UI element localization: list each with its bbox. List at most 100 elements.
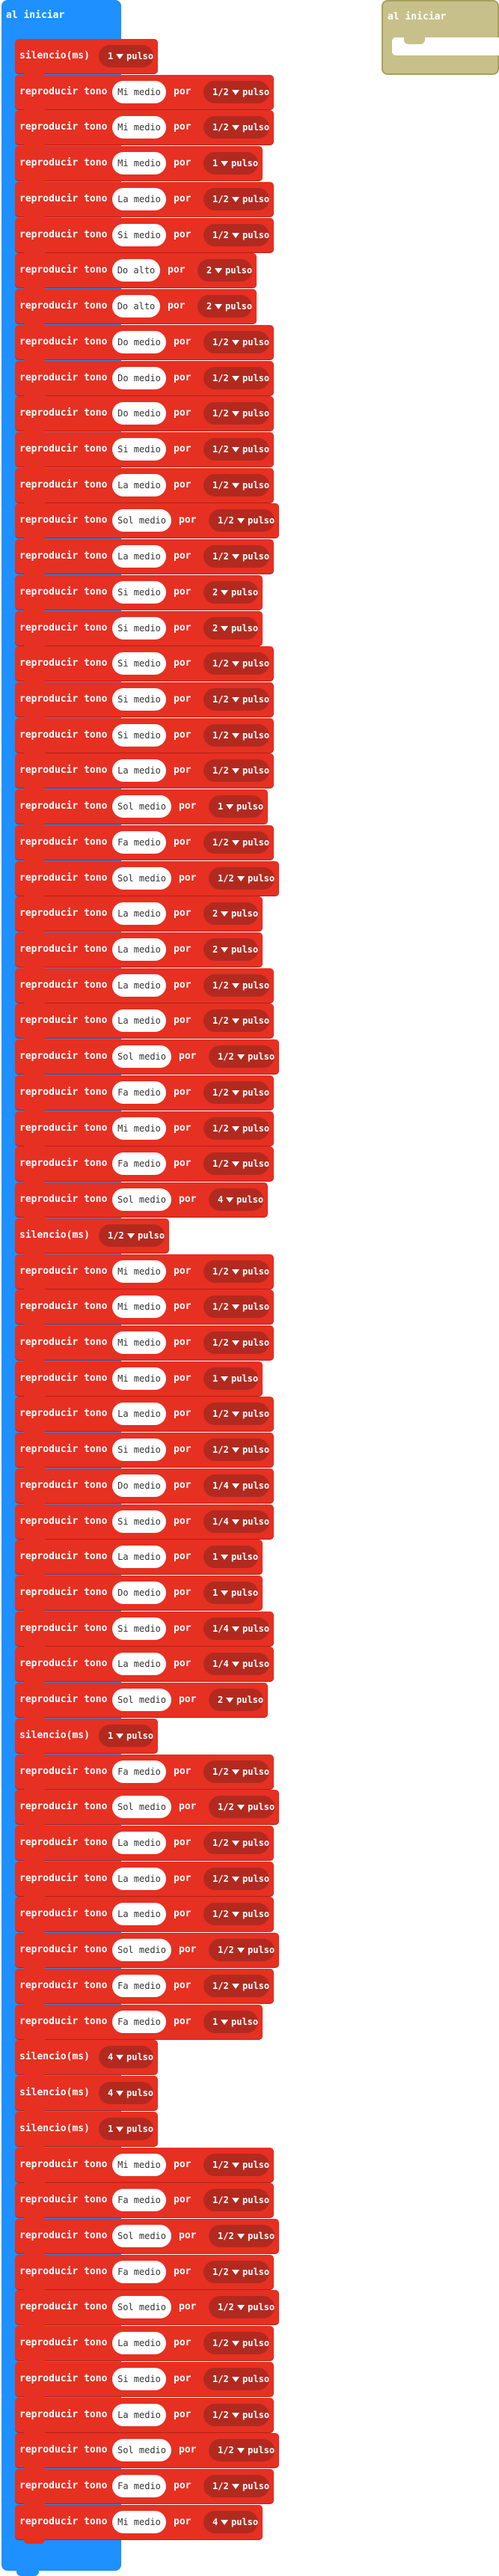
rest-block[interactable]: silencio(ms) 4 pulso [15,2040,158,2080]
play-tone-block[interactable]: reproducir tono Do medio por 1/2 pulso [15,324,274,364]
beat-dropdown[interactable]: 4 pulso [99,2046,153,2069]
note-input[interactable]: La medio [112,1832,166,1854]
beat-dropdown[interactable]: 2 pulso [198,259,252,282]
beat-dropdown[interactable]: 1/4 pulso [203,1474,269,1497]
beat-dropdown[interactable]: 1 pulso [203,1546,258,1569]
note-input[interactable]: Sol medio [112,1939,171,1962]
note-input[interactable]: Mi medio [112,1117,166,1140]
play-tone-block[interactable]: reproducir tono Si medio por 2 pulso [15,610,263,650]
beat-dropdown[interactable]: 2 pulso [203,580,258,604]
note-input[interactable]: Do medio [112,1474,166,1497]
beat-dropdown[interactable]: 1 pulso [203,1367,258,1390]
note-input[interactable]: La medio [112,545,166,568]
beat-dropdown[interactable]: 1/2 pulso [203,437,269,461]
play-tone-block[interactable]: reproducir tono Sol medio por 1/2 pulso [15,503,279,543]
rest-block[interactable]: silencio(ms) 1/2 pulso [15,1218,169,1257]
play-tone-block[interactable]: reproducir tono La medio por 1/2 pulso [15,1826,274,1865]
beat-dropdown[interactable]: 1/2 pulso [209,2439,275,2462]
note-input[interactable]: Sol medio [112,509,171,532]
play-tone-block[interactable]: reproducir tono La medio por 1/2 pulso [15,1397,274,1436]
play-tone-block[interactable]: reproducir tono La medio por 1/2 pulso [15,1897,274,1936]
note-input[interactable]: Si medio [112,1439,166,1462]
note-input[interactable]: Mi medio [112,152,166,175]
play-tone-block[interactable]: reproducir tono Sol medio por 1/2 pulso [15,1933,279,1972]
play-tone-block[interactable]: reproducir tono Sol medio por 1/2 pulso [15,860,279,900]
rest-block[interactable]: silencio(ms) 4 pulso [15,2076,158,2115]
play-tone-block[interactable]: reproducir tono Sol medio por 1/2 pulso [15,1039,279,1079]
note-input[interactable]: La medio [112,1403,166,1426]
play-tone-block[interactable]: reproducir tono Do medio por 1/2 pulso [15,396,274,436]
note-input[interactable]: Si medio [112,2367,166,2390]
beat-dropdown[interactable]: 4 pulso [99,2082,153,2104]
note-input[interactable]: Do medio [112,1582,166,1604]
play-tone-block[interactable]: reproducir tono Sol medio por 1/2 pulso [15,1790,279,1829]
note-input[interactable]: Fa medio [112,2189,166,2212]
note-input[interactable]: La medio [112,2403,166,2426]
beat-dropdown[interactable]: 1/2 pulso [203,1152,269,1176]
note-input[interactable]: Do medio [112,366,166,389]
play-tone-block[interactable]: reproducir tono La medio por 2 pulso [15,932,263,971]
beat-dropdown[interactable]: 1/2 pulso [203,688,269,711]
beat-dropdown[interactable]: 4 pulso [209,1188,263,1211]
play-tone-block[interactable]: reproducir tono Mi medio por 1/2 pulso [15,1254,274,1293]
beat-dropdown[interactable]: 1/2 pulso [203,402,269,425]
note-input[interactable]: Fa medio [112,2010,166,2033]
play-tone-block[interactable]: reproducir tono Mi medio por 1/2 pulso [15,2147,274,2187]
beat-dropdown[interactable]: 1/2 pulso [209,866,275,890]
rest-block[interactable]: silencio(ms) 1 pulso [15,2111,158,2151]
play-tone-block[interactable]: reproducir tono La medio por 1/2 pulso [15,2326,274,2366]
beat-dropdown[interactable]: 1/2 pulso [203,759,269,783]
play-tone-block[interactable]: reproducir tono Si medio por 1/4 pulso [15,1504,274,1543]
beat-dropdown[interactable]: 1/4 pulso [203,1617,269,1640]
beat-dropdown[interactable]: 1/2 pulso [203,330,269,353]
beat-dropdown[interactable]: 1/2 pulso [203,1974,269,1997]
note-input[interactable]: Fa medio [112,830,166,854]
play-tone-block[interactable]: reproducir tono Si medio por 2 pulso [15,574,263,614]
beat-dropdown[interactable]: 1/2 pulso [203,1260,269,1283]
beat-dropdown[interactable]: 1/2 pulso [203,473,269,496]
note-input[interactable]: Mi medio [112,2153,166,2176]
note-input[interactable]: Sol medio [112,866,171,890]
play-tone-block[interactable]: reproducir tono Si medio por 1/4 pulso [15,1611,274,1650]
beat-dropdown[interactable]: 1/2 pulso [209,2296,275,2319]
beat-dropdown[interactable]: 1/4 pulso [203,1510,269,1533]
play-tone-block[interactable]: reproducir tono Sol medio por 2 pulso [15,1683,268,1722]
note-input[interactable]: Do alto [112,259,160,282]
beat-dropdown[interactable]: 1/2 pulso [203,1117,269,1140]
beat-dropdown[interactable]: 1/2 pulso [203,2260,269,2283]
note-input[interactable]: La medio [112,1867,166,1890]
note-input[interactable]: Si medio [112,1617,166,1640]
note-input[interactable]: Si medio [112,652,166,675]
beat-dropdown[interactable]: 1/2 pulso [203,1009,269,1033]
note-input[interactable]: La medio [112,1903,166,1926]
play-tone-block[interactable]: reproducir tono La medio por 1/2 pulso [15,967,274,1007]
beat-dropdown[interactable]: 1/2 pulso [203,2332,269,2355]
note-input[interactable]: Fa medio [112,1152,166,1176]
beat-dropdown[interactable]: 1/2 pulso [203,652,269,675]
beat-dropdown[interactable]: 2 pulso [203,616,258,640]
play-tone-block[interactable]: reproducir tono La medio por 1 pulso [15,1540,263,1579]
beat-dropdown[interactable]: 1/2 pulso [209,1939,275,1962]
play-tone-block[interactable]: reproducir tono La medio por 1/2 pulso [15,753,274,793]
play-tone-block[interactable]: reproducir tono La medio por 1/2 pulso [15,467,274,507]
note-input[interactable]: La medio [112,902,166,926]
play-tone-block[interactable]: reproducir tono Sol medio por 1/2 pulso [15,2433,279,2473]
note-input[interactable]: Fa medio [112,1081,166,1104]
note-input[interactable]: La medio [112,187,166,210]
play-tone-block[interactable]: reproducir tono Fa medio por 1/2 pulso [15,2254,274,2294]
beat-dropdown[interactable]: 1/2 pulso [99,1224,165,1247]
beat-dropdown[interactable]: 1 pulso [99,2117,153,2140]
beat-dropdown[interactable]: 1 pulso [99,1724,153,1747]
beat-dropdown[interactable]: 1/2 pulso [203,1439,269,1462]
beat-dropdown[interactable]: 1 pulso [209,795,263,818]
beat-dropdown[interactable]: 1 pulso [203,2010,258,2033]
play-tone-block[interactable]: reproducir tono Sol medio por 1 pulso [15,789,268,829]
rest-block[interactable]: silencio(ms) 1 pulso [15,1718,158,1758]
note-input[interactable]: Sol medio [112,795,171,818]
beat-dropdown[interactable]: 1/2 pulso [203,973,269,997]
note-input[interactable]: Fa medio [112,1760,166,1783]
note-input[interactable]: La medio [112,938,166,961]
play-tone-block[interactable]: reproducir tono Si medio por 1/2 pulso [15,646,274,686]
beat-dropdown[interactable]: 1/2 pulso [203,1903,269,1926]
beat-dropdown[interactable]: 1/2 pulso [203,2153,269,2176]
